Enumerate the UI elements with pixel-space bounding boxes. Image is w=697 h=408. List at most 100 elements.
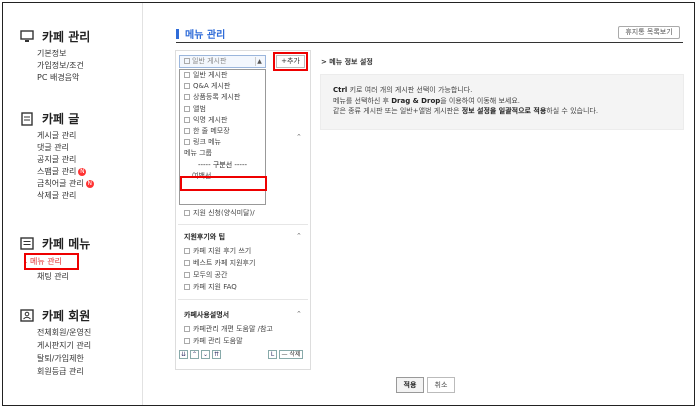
sidebar-item-withdraw[interactable]: 탈퇴/가입제한 bbox=[24, 353, 84, 364]
option-label: ----- 구분선 ----- bbox=[197, 160, 248, 169]
collapse-caret-icon[interactable]: ⌃ bbox=[296, 232, 302, 240]
info-bold: Ctrl bbox=[333, 86, 348, 94]
divider bbox=[176, 42, 683, 43]
tree-item[interactable]: 카페 지원 후기 쓰기 bbox=[184, 246, 251, 256]
apply-button[interactable]: 적용 bbox=[396, 377, 424, 393]
board-icon bbox=[184, 260, 190, 266]
info-bold: 정보 설정을 일괄적으로 적용 bbox=[461, 107, 547, 115]
dropdown-option[interactable]: 상품등록 게시판 bbox=[180, 92, 265, 103]
sidebar-item-posts[interactable]: 게시글 관리 bbox=[24, 130, 76, 141]
tree-item[interactable]: 지원 신청(양식미달)/ bbox=[184, 208, 255, 218]
info-text: 메뉴를 선택하신 후 bbox=[333, 96, 392, 105]
sidebar-item-spam[interactable]: 스팸글 관리 N bbox=[24, 166, 87, 177]
sidebar-item-member-grade[interactable]: 회원등급 관리 bbox=[24, 366, 84, 377]
sidebar-item-deleted[interactable]: 삭제글 관리 bbox=[24, 190, 76, 201]
delete-button[interactable]: — 삭제 bbox=[279, 350, 303, 359]
sidebar-section-title[interactable]: 카페 관리 bbox=[20, 28, 90, 44]
sidebar-section-cafe-posts: 카페 글 bbox=[20, 110, 79, 126]
sidebar-item-comments[interactable]: 댓글 관리 bbox=[24, 142, 69, 153]
pencil-icon bbox=[184, 128, 190, 135]
info-section-title: > 메뉴 정보 설정 bbox=[321, 58, 373, 66]
divider bbox=[178, 299, 308, 300]
select-value: 일반 게시판 bbox=[192, 57, 227, 65]
tree-item-label: 카페 지원 후기 쓰기 bbox=[193, 247, 252, 255]
sidebar-item-board-keepers[interactable]: 게시판지기 관리 bbox=[24, 340, 91, 351]
dropdown-option[interactable]: 일반 게시판 bbox=[180, 70, 265, 81]
sidebar-item-notices[interactable]: 공지글 관리 bbox=[24, 154, 76, 165]
move-top-button[interactable]: ⇈ bbox=[212, 350, 221, 359]
move-toolbar: ⇊ ⌃ ⌄ ⇈ bbox=[179, 350, 221, 359]
option-label: 익명 게시판 bbox=[193, 115, 228, 124]
cancel-button[interactable]: 취소 bbox=[427, 377, 455, 393]
collapse-caret-icon[interactable]: ⌃ bbox=[296, 310, 302, 318]
recycle-bin-button[interactable]: 휴지통 목록보기 bbox=[618, 26, 680, 39]
album-icon bbox=[184, 105, 190, 112]
tree-item-label: 카페 관리 도움말 bbox=[193, 337, 243, 345]
tree-item[interactable]: 카페관리 개편 도움말 /참고 bbox=[184, 324, 273, 334]
sidebar-item-all-members[interactable]: 전체회원/운영진 bbox=[24, 327, 91, 338]
board-icon bbox=[184, 210, 190, 216]
tree-item-label: 모두의 공간 bbox=[193, 271, 228, 279]
new-badge: N bbox=[78, 168, 87, 176]
dropdown-option-divider[interactable]: ----- 구분선 ----- bbox=[180, 160, 265, 171]
select-board-icon bbox=[184, 58, 190, 64]
section-title-text: 카페 글 bbox=[42, 111, 80, 126]
board-icon bbox=[184, 338, 190, 344]
tree-item-label: 카페관리 개편 도움말 /참고 bbox=[193, 325, 273, 333]
info-line: 메뉴를 선택하신 후 Drag & Drop을 이용하여 이동해 보세요. bbox=[333, 96, 671, 107]
title-bar-icon bbox=[176, 28, 179, 39]
tree-item[interactable]: 카페 지원 FAQ bbox=[184, 282, 237, 292]
member-card-icon bbox=[20, 309, 34, 322]
new-badge: N bbox=[85, 180, 94, 188]
option-label: 링크 메뉴 bbox=[193, 138, 221, 147]
board-icon bbox=[184, 284, 190, 290]
move-down-button[interactable]: ⌄ bbox=[201, 350, 210, 359]
sidebar-item-chat[interactable]: 채팅 관리 bbox=[24, 271, 69, 282]
option-label: 일반 게시판 bbox=[193, 71, 228, 79]
tree-item[interactable]: 모두의 공간 bbox=[184, 270, 227, 280]
dropdown-option[interactable]: 앨범 bbox=[180, 104, 265, 115]
tree-group-title[interactable]: 지원후기와 팁 bbox=[184, 232, 225, 242]
sidebar-item-basic-info[interactable]: 기본정보 bbox=[24, 48, 66, 59]
section-title-text: 카페 메뉴 bbox=[42, 236, 91, 251]
tree-item-label: 지원 신청(양식미달)/ bbox=[193, 209, 255, 217]
document-icon bbox=[20, 112, 34, 126]
dropdown-option[interactable]: 익명 게시판 bbox=[180, 115, 265, 126]
info-text: 을 이용하여 이동해 보세요. bbox=[440, 96, 521, 105]
sidebar-item-label: 금칙어글 관리 bbox=[37, 179, 84, 188]
collapse-caret-icon[interactable]: ⌃ bbox=[296, 133, 302, 141]
tree-item-label: 베스트 카페 지원후기 bbox=[193, 259, 256, 267]
menu-type-select[interactable]: 일반 게시판 ▲ bbox=[179, 55, 266, 68]
highlight-box bbox=[24, 253, 79, 270]
info-text: 같은 종류 게시판 또는 일반+앨범 게시판은 bbox=[333, 107, 462, 115]
sidebar-section-cafe-admin: 카페 관리 bbox=[20, 28, 90, 44]
highlight-box bbox=[273, 52, 308, 71]
move-up-button[interactable]: ⌃ bbox=[190, 350, 199, 359]
tree-item[interactable]: 베스트 카페 지원후기 bbox=[184, 258, 255, 268]
dropdown-option[interactable]: 링크 메뉴 bbox=[180, 137, 265, 148]
option-label: 한 줄 메모장 bbox=[193, 127, 230, 136]
indent-button[interactable]: L bbox=[268, 350, 277, 359]
highlight-box bbox=[180, 176, 267, 191]
tree-item[interactable]: 카페 관리 도움말 bbox=[184, 336, 243, 346]
dropdown-option[interactable]: Q&A 게시판 bbox=[180, 81, 265, 92]
sidebar-item-banned-words[interactable]: 금칙어글 관리 N bbox=[24, 178, 94, 189]
move-bottom-button[interactable]: ⇊ bbox=[179, 350, 188, 359]
product-board-icon bbox=[184, 94, 190, 101]
dropdown-option[interactable]: 메뉴 그룹 bbox=[180, 148, 265, 159]
tree-group-title[interactable]: 카페사용설명서 bbox=[184, 310, 229, 320]
sidebar-item-join-info[interactable]: 가입정보/조건 bbox=[24, 60, 84, 71]
info-text: 키로 여러 개의 게시판 선택이 가능합니다. bbox=[347, 86, 473, 94]
dropdown-option[interactable]: 한 줄 메모장 bbox=[180, 126, 265, 137]
sidebar-section-title[interactable]: 카페 글 bbox=[20, 110, 79, 126]
info-text: 하실 수 있습니다. bbox=[546, 107, 599, 115]
sidebar-section-title[interactable]: 카페 회원 bbox=[20, 307, 90, 323]
info-box: Ctrl 키로 여러 개의 게시판 선택이 가능합니다. 메뉴를 선택하신 후 … bbox=[320, 74, 684, 130]
sidebar-section-title[interactable]: 카페 메뉴 bbox=[20, 235, 90, 251]
info-bold: Drag & Drop bbox=[391, 96, 441, 105]
option-label: 상품등록 게시판 bbox=[193, 93, 241, 102]
option-label: Q&A 게시판 bbox=[193, 82, 231, 91]
sidebar-item-pc-bgm[interactable]: PC 배경음악 bbox=[24, 72, 79, 83]
page-title-text: 메뉴 관리 bbox=[185, 30, 226, 41]
page-title: 메뉴 관리 bbox=[176, 26, 225, 41]
